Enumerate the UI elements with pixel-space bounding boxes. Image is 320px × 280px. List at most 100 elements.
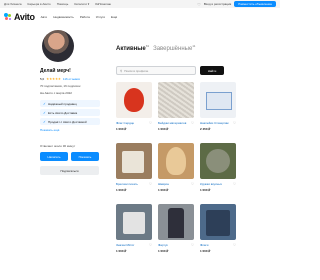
login-link[interactable]: Вход и регистрация <box>204 2 231 6</box>
followers-text: 70 подписчиков, 16 подписок <box>40 84 81 88</box>
favorite-heart-icon[interactable]: ♡ <box>233 182 236 186</box>
seller-name: Делай мерч! <box>40 68 71 74</box>
listings-grid: Флаг Сердце ♡ 1 000 ₽ Бейджи материалов ♡ … <box>116 82 236 262</box>
listing-photo[interactable] <box>116 204 152 240</box>
listing-tabs: Активные63 Завершённые11 <box>116 44 195 52</box>
tab-active-label: Активные <box>116 46 146 52</box>
favorite-heart-icon[interactable]: ♡ <box>191 121 194 125</box>
topbar-right: ♡ Вход и регистрация Разместить объявлен… <box>197 1 276 7</box>
badge-delivery: ✓ Есть Авито Доставка <box>40 109 100 116</box>
listing-card[interactable]: Брелоки печать ♡ 1 000 ₽ <box>116 143 152 201</box>
listing-card[interactable]: Фартук ♡ 1 000 ₽ <box>158 204 194 262</box>
listing-card[interactable]: Значки Mirror ♡ 1 000 ₽ <box>116 204 152 262</box>
seller-rating: 5,0 ★★★★★ 116 отзывов <box>40 77 110 81</box>
listing-title[interactable]: Значки Mirror <box>116 243 134 247</box>
topbar-link-career[interactable]: Карьера в Авито <box>28 2 51 6</box>
listing-title[interactable]: Брелоки печать <box>116 182 138 186</box>
nav-item-services[interactable]: Услуги <box>96 15 105 19</box>
listing-photo[interactable] <box>158 143 194 179</box>
favorite-heart-icon[interactable]: ♡ <box>149 243 152 247</box>
listing-price: 1 000 ₽ <box>116 188 127 192</box>
listing-card[interactable]: Флаги ♡ 1 000 ₽ <box>200 204 236 262</box>
listing-photo[interactable] <box>200 204 236 240</box>
topbar-link-catalogs[interactable]: Каталоги ▾ <box>74 2 89 6</box>
contact-buttons: Написать Показать <box>40 152 110 161</box>
reviews-link[interactable]: 116 отзывов <box>63 77 80 81</box>
rating-value: 5,0 <box>40 77 45 81</box>
tab-active-count: 63 <box>145 44 150 48</box>
badge-sells-with-delivery: ✓ Продаёт с Авито Доставкой <box>40 118 100 125</box>
checkmark-icon: ✓ <box>43 110 46 115</box>
topbar-link-help[interactable]: Помощь <box>57 2 69 6</box>
main-header: Avito Авто Недвижимость Работа Услуги Ещ… <box>0 10 280 24</box>
topbar-link-help-hashtag[interactable]: #яПомогаю <box>95 2 111 6</box>
listing-price: 1 000 ₽ <box>200 188 211 192</box>
listing-title[interactable]: Наклейки Стикерпак <box>200 121 229 125</box>
show-phone-button[interactable]: Показать <box>71 152 99 161</box>
favorite-heart-icon[interactable]: ♡ <box>233 121 236 125</box>
nav-item-jobs[interactable]: Работа <box>80 15 90 19</box>
avito-logo-dots-icon <box>4 13 12 21</box>
favorite-heart-icon[interactable]: ♡ <box>233 243 236 247</box>
response-time-text: Отвечает около 30 минут <box>40 144 76 148</box>
seller-profile: Делай мерч! 5,0 ★★★★★ 116 отзывов 70 под… <box>40 30 110 175</box>
badge-label: Продаёт с Авито Доставкой <box>47 119 87 124</box>
search-placeholder: Поиск в профиле <box>124 68 149 73</box>
top-utility-bar: Для бизнеса Карьера в Авито Помощь Катал… <box>0 0 280 8</box>
favorite-heart-icon[interactable]: ♡ <box>149 182 152 186</box>
listing-card[interactable]: Кружки вкусных ♡ 1 000 ₽ <box>200 143 236 201</box>
logo-wordmark: Avito <box>14 12 35 22</box>
listing-title[interactable]: Бейджи материалов <box>158 121 186 125</box>
nav-item-auto[interactable]: Авто <box>41 15 48 19</box>
topbar-link-business[interactable]: Для бизнеса <box>4 2 22 6</box>
nav-item-realty[interactable]: Недвижимость <box>53 15 74 19</box>
avatar <box>42 30 74 62</box>
listing-photo[interactable] <box>116 143 152 179</box>
search-icon: ⚲ <box>120 68 123 73</box>
subscribe-button[interactable]: Подписаться <box>40 166 99 175</box>
favorite-heart-icon[interactable]: ♡ <box>191 243 194 247</box>
tab-completed-count: 11 <box>192 44 196 48</box>
listing-price: 1 000 ₽ <box>116 127 127 131</box>
member-since-text: На Авито с марта 2022 <box>40 91 72 95</box>
post-ad-button[interactable]: Разместить объявление <box>234 1 276 7</box>
tab-completed-label: Завершённые <box>153 46 193 52</box>
listing-photo[interactable] <box>200 82 236 118</box>
category-nav: Авто Недвижимость Работа Услуги Ещё <box>41 15 117 19</box>
listing-title[interactable]: Флаги <box>200 243 208 247</box>
listing-title[interactable]: Флаг Сердце <box>116 121 134 125</box>
show-more-link[interactable]: Показать ещё <box>40 128 110 132</box>
listing-title[interactable]: Кружки вкусных <box>200 182 222 186</box>
profile-search-input[interactable]: ⚲ Поиск в профиле <box>116 66 196 75</box>
listing-photo[interactable] <box>158 204 194 240</box>
listing-card[interactable]: Шеврон ♡ 1 000 ₽ <box>158 143 194 201</box>
listing-price: 1 000 ₽ <box>158 249 169 253</box>
listing-title[interactable]: Шеврон <box>158 182 169 186</box>
listing-price: 1 000 ₽ <box>158 188 169 192</box>
listing-card[interactable]: Бейджи материалов ♡ 1 000 ₽ <box>158 82 194 140</box>
checkmark-icon: ✓ <box>43 119 46 124</box>
rating-stars-icon: ★★★★★ <box>46 77 61 81</box>
badge-label: Есть Авито Доставка <box>47 110 78 115</box>
listing-price: 1 000 ₽ <box>200 249 211 253</box>
listing-photo[interactable] <box>116 82 152 118</box>
nav-item-more[interactable]: Ещё <box>111 15 117 19</box>
listing-photo[interactable] <box>158 82 194 118</box>
listing-card[interactable]: Наклейки Стикерпак ♡ 2 450 ₽ <box>200 82 236 140</box>
favorite-heart-icon[interactable]: ♡ <box>149 121 152 125</box>
write-message-button[interactable]: Написать <box>40 152 68 161</box>
listing-card[interactable]: Флаг Сердце ♡ 1 000 ₽ <box>116 82 152 140</box>
tab-active[interactable]: Активные63 <box>116 44 149 52</box>
avito-logo[interactable]: Avito <box>4 12 35 22</box>
badge-label: Надёжный продавец <box>47 101 77 106</box>
tab-completed[interactable]: Завершённые11 <box>153 44 195 52</box>
listing-title[interactable]: Фартук <box>158 243 168 247</box>
search-button[interactable]: Найти <box>200 66 224 75</box>
listing-price: 1 000 ₽ <box>116 249 127 253</box>
listing-price: 1 000 ₽ <box>158 127 169 131</box>
favorites-heart-icon[interactable]: ♡ <box>197 2 201 7</box>
badge-reliable-seller: ✓ Надёжный продавец <box>40 100 100 107</box>
seller-badges: ✓ Надёжный продавец ✓ Есть Авито Доставк… <box>40 100 110 125</box>
favorite-heart-icon[interactable]: ♡ <box>191 182 194 186</box>
listing-photo[interactable] <box>200 143 236 179</box>
